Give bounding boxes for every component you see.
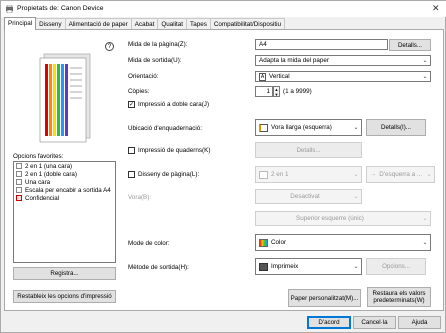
two-in-one-icon <box>259 170 268 179</box>
output-options-button[interactable]: Opcions... <box>366 258 426 275</box>
copies-field[interactable]: 1 <box>255 86 273 97</box>
color-mode-select[interactable]: Color ⌄ <box>255 234 431 251</box>
favorites-label: Opcions favorites: <box>13 153 64 160</box>
binding-label: Ubicació d'enquadernació: <box>128 125 203 132</box>
page-icon <box>16 179 22 185</box>
copies-range: (1 a 9999) <box>283 88 312 95</box>
principal-panel: ? Opcions favorites: 2 en 1 (una cara) 2… <box>4 29 444 311</box>
chevron-down-icon: ⌄ <box>422 74 428 80</box>
output-size-select[interactable]: Adapta la mida del paper ⌄ <box>255 55 431 66</box>
chevron-down-icon: ⌄ <box>426 172 432 178</box>
orientation-label: Orientació: <box>128 73 159 80</box>
help-button[interactable]: Ajuda <box>398 316 441 329</box>
booklet-label: Impressió de quaderns(K) <box>138 147 211 154</box>
output-method-select[interactable]: Imprimeix ⌄ <box>255 258 362 275</box>
binding-icon <box>259 123 268 132</box>
binding-select[interactable]: Vora llarga (esquerra) ⌄ <box>255 119 362 136</box>
page-size-details-button[interactable]: Detalls... <box>389 39 431 51</box>
chevron-down-icon: ⌄ <box>353 172 359 178</box>
duplex-label: Impressió a doble cara(J) <box>138 101 210 108</box>
portrait-icon: A <box>259 72 266 81</box>
close-icon[interactable]: ✕ <box>432 3 440 14</box>
list-item[interactable]: Escala per encabir a sortida A4 <box>14 186 115 194</box>
tab-principal[interactable]: Principal <box>4 17 37 30</box>
page-layout-label: Disseny de pàgina(L): <box>138 171 200 178</box>
border-select[interactable]: Desactivat ⌄ <box>255 189 362 204</box>
chevron-down-icon: ⌄ <box>353 194 359 200</box>
page-layout-select[interactable]: 2 en 1 ⌄ <box>255 166 362 183</box>
page-size-field[interactable]: A4 <box>255 39 388 50</box>
title-bar: Propietats de: Canon Device ✕ <box>1 1 446 17</box>
favorites-list[interactable]: 2 en 1 (una cara) 2 en 1 (doble cara) Un… <box>13 161 116 263</box>
page-size-label: Mida de la pàgina(Z): <box>128 41 188 48</box>
register-button[interactable]: Registra... <box>13 267 116 280</box>
printer-icon <box>5 4 14 14</box>
restore-defaults-button[interactable]: Restaura els valors predeterminats(W) <box>367 287 431 307</box>
output-size-label: Mida de sortida(U): <box>128 57 182 64</box>
cancel-button[interactable]: Cancel·la <box>353 316 396 329</box>
booklet-details-button[interactable]: Detalls... <box>255 142 362 158</box>
print-icon <box>259 262 268 271</box>
chevron-down-icon: ⌄ <box>422 240 428 246</box>
list-item[interactable]: 2 en 1 (una cara) <box>14 162 115 170</box>
page-layout-icon <box>16 171 22 177</box>
output-method-label: Mètode de sortida(H): <box>128 264 189 271</box>
chevron-down-icon: ⌄ <box>353 264 359 270</box>
border-label: Vora(B): <box>128 194 152 201</box>
booklet-checkbox[interactable] <box>128 147 135 154</box>
reset-options-button[interactable]: Restableix les opcions d'impressió <box>13 290 116 303</box>
document-preview <box>32 50 102 146</box>
page-layout-checkbox[interactable] <box>128 171 135 178</box>
orientation-select[interactable]: A Vertical ⌄ <box>255 71 431 82</box>
confidential-icon <box>16 195 22 201</box>
copies-label: Còpies: <box>128 88 150 95</box>
chevron-down-icon: ⌄ <box>353 125 359 131</box>
binding-details-button[interactable]: Detalls(I)... <box>366 119 426 136</box>
page-order-select[interactable]: → D'esquerra a ... ⌄ <box>366 166 435 183</box>
custom-paper-button[interactable]: Paper personalitzat(M)... <box>288 289 361 307</box>
color-mode-label: Mode de color: <box>128 240 170 247</box>
duplex-checkbox[interactable]: ✓ <box>128 101 135 108</box>
chevron-down-icon: ⌄ <box>422 58 428 64</box>
list-item[interactable]: 2 en 1 (doble cara) <box>14 170 115 178</box>
help-icon[interactable]: ? <box>105 42 114 51</box>
ok-button[interactable]: D'acord <box>307 316 351 329</box>
chevron-down-icon: ⌄ <box>422 216 428 222</box>
color-icon <box>259 238 268 247</box>
copies-stepper[interactable]: ▲ ▼ <box>273 86 280 97</box>
page-layout-icon <box>16 163 22 169</box>
list-item[interactable]: Confidencial <box>14 194 115 202</box>
printer-properties-window: Propietats de: Canon Device ✕ Principal … <box>0 0 446 333</box>
position-select[interactable]: Superior esquerre (únic) ⌄ <box>255 211 431 226</box>
list-item[interactable]: Una cara <box>14 178 115 186</box>
window-title: Propietats de: Canon Device <box>17 5 104 12</box>
scale-icon <box>16 187 22 193</box>
